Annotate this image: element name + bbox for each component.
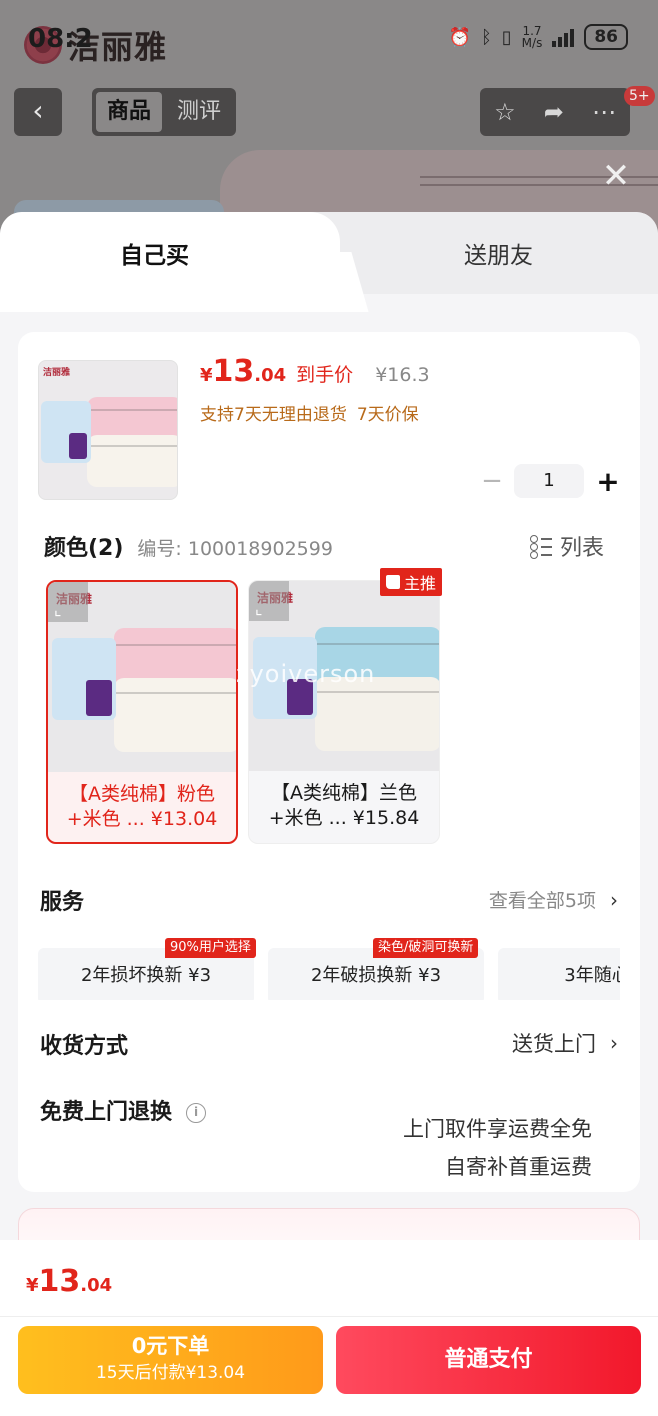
quantity-input[interactable]: 1 <box>514 464 584 498</box>
thumbs-up-icon <box>386 575 400 589</box>
top-nav: ‹ 商品 测评 ☆ ➦ ⋯ 5+ <box>0 86 658 138</box>
delivery-value: 送货上门 <box>512 1032 596 1056</box>
divider <box>0 1316 658 1317</box>
total-currency: ¥ <box>26 1275 39 1296</box>
total-integer: 13 <box>38 1264 81 1299</box>
battery-indicator: 86 <box>584 24 628 50</box>
product-review-tabs: 商品 测评 <box>92 88 236 136</box>
purchase-sheet: 自己买 送朋友 洁丽雅 ¥ 13 .04 到手价 ¥16.3 支持7天无理由退货… <box>0 212 658 1416</box>
pay-now-button[interactable]: 普通支付 <box>336 1326 641 1394</box>
beige-towel <box>315 677 439 751</box>
color-option-label: 【A类纯棉】兰色 +米色 ... ¥15.84 <box>249 781 439 831</box>
price-tag: 到手价 <box>296 364 354 386</box>
free-return-detail: 上门取件享运费全免 自寄补首重运费 <box>403 1110 592 1186</box>
list-view-label: 列表 <box>560 536 605 561</box>
color-option-line1: 【A类纯棉】粉色 <box>69 783 215 805</box>
options-card: 洁丽雅 ¥ 13 .04 到手价 ¥16.3 支持7天无理由退货 7天价保 − … <box>18 332 640 1192</box>
color-header: 颜色(2) 编号: 100018902599 <box>44 530 333 562</box>
pay-later-subtitle: 15天后付款¥13.04 <box>95 1363 246 1383</box>
chevron-right-icon: › <box>610 887 618 912</box>
price-currency: ¥ <box>200 365 213 386</box>
expand-corner-icon: ⌞ <box>48 582 88 622</box>
free-return-line2: 自寄补首重运费 <box>445 1155 592 1179</box>
expand-corner-icon: ⌞ <box>249 581 289 621</box>
policy-price-protect: 7天价保 <box>356 405 419 425</box>
status-bar: 洁丽雅 08:2 ⏰ ᛒ ▯ 1.7 M/s 86 <box>0 0 658 80</box>
color-option-pink[interactable]: 洁丽雅 ⌞ 【A类纯棉】粉色 +米色 ... ¥13.04 <box>46 580 238 844</box>
color-option-blue[interactable]: 洁丽雅 ⌞ 【A类纯棉】兰色 +米色 ... ¥15.84 <box>248 580 440 844</box>
main-recommend-label: 主推 <box>404 574 437 593</box>
signal-icon <box>552 27 575 47</box>
original-price: ¥16.3 <box>375 364 430 386</box>
total-decimal: .04 <box>80 1275 113 1296</box>
service-option[interactable]: 3年随心换 <box>498 948 620 1000</box>
service-badge: 染色/破洞可换新 <box>373 938 479 958</box>
network-speed-unit: M/s <box>521 36 543 50</box>
tab-gift-friend[interactable]: 送朋友 <box>464 236 533 270</box>
main-recommend-badge: 主推 <box>380 568 443 596</box>
action-buttons: ☆ ➦ ⋯ <box>480 88 630 136</box>
favorite-star-icon[interactable]: ☆ <box>494 98 516 126</box>
vibrate-icon: ▯ <box>501 26 512 48</box>
list-icon <box>530 535 552 557</box>
free-return-title: 免费上门退换 <box>40 1100 173 1125</box>
clock: 08:2 <box>28 24 93 54</box>
delivery-title: 收货方式 <box>40 1034 129 1059</box>
tab-review[interactable]: 测评 <box>166 92 232 132</box>
info-icon[interactable]: i <box>186 1103 207 1123</box>
more-icon[interactable]: ⋯ <box>592 98 616 126</box>
chevron-right-icon: › <box>610 1031 618 1055</box>
color-option-image: 洁丽雅 ⌞ <box>48 582 236 772</box>
total-price: ¥ 13 .04 <box>26 1264 112 1299</box>
view-all-label: 查看全部5项 <box>488 890 596 912</box>
back-button[interactable]: ‹ <box>14 88 62 136</box>
thumbnail-logo: 洁丽雅 <box>43 368 71 378</box>
notification-badge: 5+ <box>624 86 655 106</box>
policy-no-reason-return: 支持7天无理由退货 <box>200 405 347 425</box>
purchase-tabs: 自己买 送朋友 <box>0 212 658 312</box>
return-policy: 支持7天无理由退货 7天价保 <box>200 400 419 425</box>
increase-button[interactable]: + <box>594 465 622 498</box>
price-integer: 13 <box>212 354 255 389</box>
view-all-services-link[interactable]: 查看全部5项 › <box>489 886 618 913</box>
product-thumbnail: 洁丽雅 <box>38 360 178 500</box>
watermark: zyoiverson <box>236 660 376 688</box>
tab-product[interactable]: 商品 <box>96 92 162 132</box>
tab-buy-self[interactable]: 自己买 <box>120 236 189 270</box>
beige-towel <box>87 435 177 487</box>
services-title: 服务 <box>40 890 85 915</box>
promo-card <box>52 638 116 720</box>
quantity-stepper: − 1 + <box>478 464 622 498</box>
share-icon[interactable]: ➦ <box>544 98 564 126</box>
close-icon[interactable]: ✕ <box>600 159 632 193</box>
services-row: 90%用户选择 2年损坏换新 ¥3 染色/破洞可换新 2年破损换新 ¥3 3年随… <box>38 938 620 1000</box>
status-icons: ⏰ ᛒ ▯ 1.7 M/s 86 <box>449 24 628 50</box>
background-page: 洁丽雅 08:2 ⏰ ᛒ ▯ 1.7 M/s 86 ‹ 商品 测评 ☆ ➦ ⋯ <box>0 0 658 240</box>
color-option-line1: 【A类纯棉】兰色 <box>271 782 417 804</box>
color-option-line2: +米色 ... ¥15.84 <box>268 807 420 829</box>
delivery-method-selector[interactable]: 送货上门 › <box>512 1028 618 1058</box>
price-decimal: .04 <box>254 365 287 386</box>
bluetooth-icon: ᛒ <box>480 26 492 48</box>
sku-number: 编号: 100018902599 <box>137 538 333 560</box>
alarm-icon: ⏰ <box>448 26 471 48</box>
free-return-row: 免费上门退换 i <box>40 1094 207 1126</box>
pay-later-button[interactable]: 0元下单 15天后付款¥13.04 <box>18 1326 323 1394</box>
promo-card <box>41 401 91 463</box>
color-option-line2: +米色 ... ¥13.04 <box>66 808 218 830</box>
decrease-button[interactable]: − <box>478 466 506 496</box>
service-badge: 90%用户选择 <box>165 938 256 958</box>
list-view-toggle[interactable]: 列表 <box>530 530 604 562</box>
pay-later-title: 0元下单 <box>131 1334 210 1358</box>
color-title: 颜色(2) <box>44 536 124 561</box>
color-option-label: 【A类纯棉】粉色 +米色 ... ¥13.04 <box>48 782 236 832</box>
beige-towel <box>114 678 236 752</box>
price-line: ¥ 13 .04 到手价 ¥16.3 <box>200 354 430 389</box>
bottom-bar: ¥ 13 .04 0元下单 15天后付款¥13.04 普通支付 <box>0 1240 658 1416</box>
free-return-line1: 上门取件享运费全免 <box>403 1117 592 1141</box>
network-speed: 1.7 M/s <box>522 25 543 49</box>
